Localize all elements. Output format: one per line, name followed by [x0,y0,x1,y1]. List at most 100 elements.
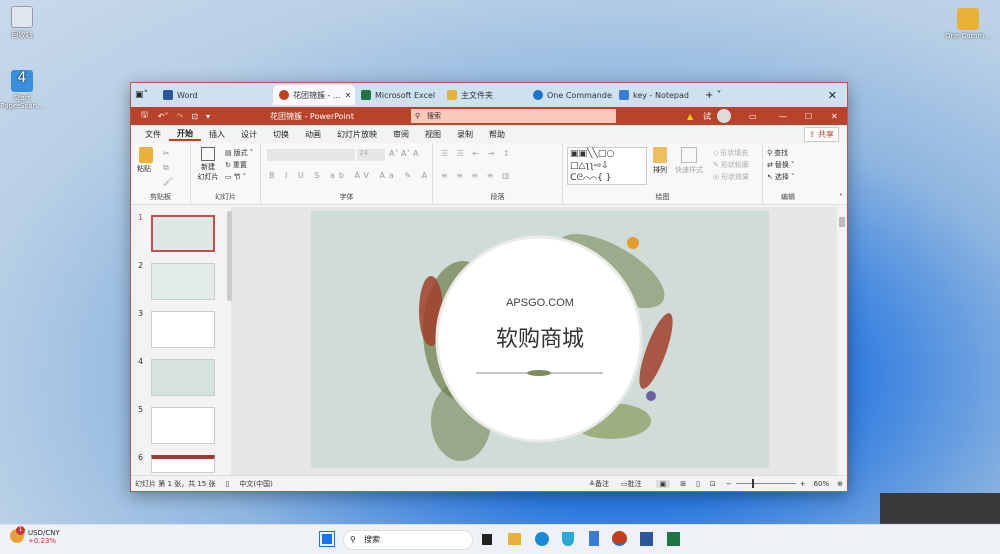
copy-icon[interactable]: ⧉ [163,163,169,173]
slide-canvas[interactable]: APSGO.COM 软购商城 [311,211,769,468]
menu-slideshow[interactable]: 幻灯片放映 [329,129,385,140]
font-style-icons[interactable]: B I U S ab AV Aa ✎ A [269,171,431,180]
present-icon[interactable]: ⊡ [191,112,198,121]
zoom-slider-thumb[interactable] [752,479,755,488]
stock-widget[interactable]: 1 USD/CNY +0.23% [10,526,60,545]
select-button[interactable]: ↖ 选择 ˅ [767,171,809,183]
task-view-icon[interactable] [482,534,492,545]
tab-menu-icon[interactable]: ▣˅ [135,90,157,100]
start-icon[interactable] [319,531,335,547]
new-slide-button[interactable]: 新建 幻灯片 [195,147,221,182]
cut-icon[interactable]: ✂ [163,149,170,158]
new-tab-icon[interactable]: + ˅ [705,90,722,101]
shape-outline-button[interactable]: ✎ 形状轮廓 [713,159,749,171]
editor-scrollbar[interactable] [837,207,847,477]
find-button[interactable]: ⚲ 查找 [767,147,809,159]
shapes-gallery[interactable]: ▣▣╲╲□○ □△ʅʅ⇨⇩ ᑕᘓ⌒⌒{ } [567,147,647,185]
font-format-icons[interactable]: A˄ A˅ A [389,149,419,158]
comments-button[interactable]: ▭批注 [621,479,642,489]
powerpoint-icon[interactable] [612,531,627,546]
tab-word[interactable]: Word [157,85,243,105]
excel-icon[interactable] [667,532,680,546]
menu-view[interactable]: 视图 [417,129,449,140]
normal-view-icon[interactable]: ▣ [655,479,671,488]
align-icons[interactable]: ≡ ≡ ≡ ≡ ▥ [441,171,513,180]
slide-title[interactable]: 软购商城 [311,321,769,353]
menu-transitions[interactable]: 切换 [265,129,297,140]
clipboard-group: 粘贴 ✂ ⧉ 🖌 剪贴板 [131,143,191,204]
font-size-select[interactable]: 24 [357,149,385,161]
tab-powerpoint[interactable]: 花团锦簇 - ... ✕ [273,85,355,105]
maximize-icon[interactable]: ☐ [805,112,812,121]
desktop-icon-one-commander[interactable]: One Comm... [938,8,998,40]
layout-button[interactable]: ▤ 版式 ˅ [225,147,253,159]
thumbnails-scrollbar[interactable] [227,211,232,301]
tab-folder[interactable]: 主文件夹 [441,85,527,105]
format-painter-icon[interactable]: 🖌 [163,177,173,186]
shape-fill-button[interactable]: ◇ 形状填充 [713,147,749,159]
section-button[interactable]: ▭ 节 ˅ [225,171,253,183]
menu-home[interactable]: 开始 [169,128,201,141]
arrange-button[interactable]: 排列 [653,147,667,175]
redo-icon[interactable]: ↷ [177,112,184,121]
minimize-icon[interactable]: — [779,112,787,121]
slide-thumbnail[interactable] [151,215,215,252]
reading-view-icon[interactable]: ▯ [696,480,700,488]
menu-review[interactable]: 审阅 [385,129,417,140]
close-tab-icon[interactable]: ✕ [345,91,352,100]
desktop-icon-paperscan[interactable]: 4 Start PaperScan... [0,70,52,110]
menu-record[interactable]: 录制 [449,129,481,140]
search-box[interactable]: ⚲ 搜索 [411,109,616,123]
file-explorer-icon[interactable] [508,533,521,545]
notepad-icon[interactable] [589,531,599,546]
share-button[interactable]: ⇪ 共享 [803,126,839,142]
undo-icon[interactable]: ↶˅ [158,112,169,121]
menu-help[interactable]: 帮助 [481,129,513,140]
taskbar-search[interactable]: ⚲ 搜索 [343,530,473,550]
tab-one-commander[interactable]: One Commande... [527,85,613,105]
vpn-icon[interactable] [562,532,574,546]
desktop-icon-recycle-bin[interactable]: 回收站 [0,6,52,40]
slide-thumbnail[interactable] [151,455,215,473]
slide-subtitle[interactable]: APSGO.COM [311,297,769,309]
word-icon[interactable] [640,532,653,546]
zoom-in-icon[interactable]: + [800,480,806,488]
save-icon[interactable]: 🖫 [141,109,148,123]
reset-button[interactable]: ↻ 重置 [225,159,253,171]
slide-thumbnail[interactable] [151,263,215,300]
slide-thumbnail[interactable] [151,407,215,444]
ribbon-display-icon[interactable]: ▭ [749,112,757,121]
collapse-ribbon-icon[interactable]: ˄ [839,193,843,202]
warning-icon[interactable]: ▲ [687,112,693,121]
zoom-slider[interactable] [735,479,796,488]
list-icons[interactable]: ☰ ☰ ⇤ ⇥ ↕ [441,149,513,158]
notes-button[interactable]: ≙备注 [589,479,609,489]
menu-file[interactable]: 文件 [137,129,169,140]
shape-effects-button[interactable]: ◎ 形状效果 [713,171,749,183]
close-window-icon[interactable]: ✕ [828,89,837,102]
slide-thumbnails-pane: 1 2 3 4 5 6 [131,207,232,477]
avatar[interactable] [717,109,731,123]
menu-insert[interactable]: 插入 [201,129,233,140]
slide-thumbnail[interactable] [151,311,215,348]
menu-animations[interactable]: 动画 [297,129,329,140]
edge-icon[interactable] [535,532,549,546]
customize-qat-icon[interactable]: ▾ [206,112,210,121]
zoom-out-icon[interactable]: − [726,480,732,488]
slideshow-icon[interactable]: ⊡ [710,480,716,488]
zoom-level[interactable]: 60% [814,480,830,488]
group-label: 编辑 [781,193,795,201]
replace-button[interactable]: ⇄ 替换 ˅ [767,159,809,171]
menu-design[interactable]: 设计 [233,129,265,140]
slide-sorter-icon[interactable]: ⊞ [680,480,686,488]
quick-styles-button[interactable]: 快速样式 [675,147,703,175]
font-name-select[interactable] [267,149,355,161]
tab-notepad[interactable]: key - Notepad [613,85,699,105]
close-icon[interactable]: ✕ [831,112,838,121]
paste-button[interactable]: 粘贴 [137,147,155,175]
tab-excel[interactable]: Microsoft Excel [355,85,441,105]
slide-thumbnail[interactable] [151,359,215,396]
accessibility-icon[interactable]: ▯ [226,480,230,488]
language-indicator[interactable]: 中文(中国) [239,479,272,489]
fit-slide-icon[interactable]: ⊕ [837,480,843,488]
